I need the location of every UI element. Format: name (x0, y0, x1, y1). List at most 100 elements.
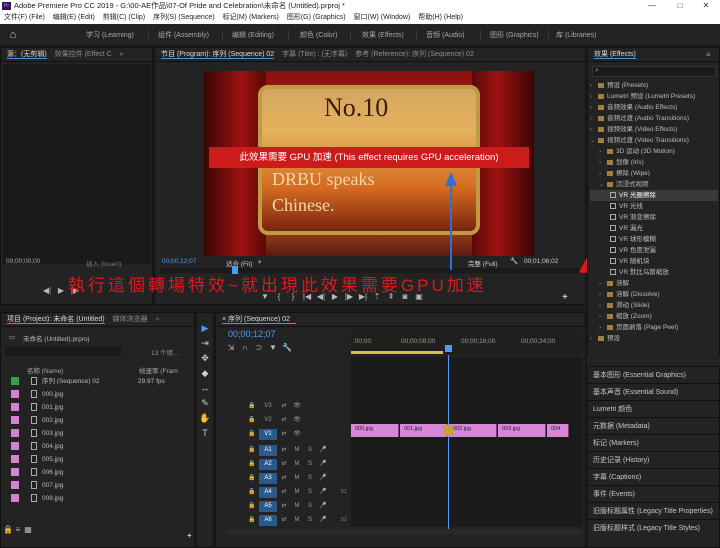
effects-tree-item[interactable]: VR 球形模糊 (590, 234, 718, 245)
project-item[interactable]: 002.jpg (1, 414, 191, 427)
label-color-swatch[interactable] (11, 390, 19, 399)
track-select-tool-icon[interactable]: ⇥ (197, 336, 213, 351)
workspace-learning[interactable]: 学习 (Learning) (86, 30, 134, 42)
sync-lock-icon[interactable]: ⇄ (278, 429, 290, 440)
accordion-panel[interactable]: 旧版标题样式 (Legacy Title Styles) (587, 519, 720, 536)
razor-tool-icon[interactable]: ◆ (197, 366, 213, 381)
tab-program[interactable]: 节目 (Program): 序列 (Sequence) 02 (161, 51, 275, 59)
menu-help[interactable]: 帮助(H) (Help) (418, 14, 463, 21)
effects-tree-item[interactable]: ⌄ 视频过渡 (Video Transitions) (590, 135, 718, 146)
effects-tree-item[interactable]: › 音频效果 (Audio Effects) (590, 102, 718, 113)
project-item[interactable]: 006.jpg (1, 466, 191, 479)
effects-tree-item[interactable]: ⌄ 沉浸式视频 (590, 179, 718, 190)
eye-icon[interactable]: 👁 (291, 415, 303, 426)
transition-marker[interactable] (443, 425, 453, 436)
effects-tree-item[interactable]: VR 默比乌斯缩放 (590, 267, 718, 278)
effects-tree-item[interactable]: › 划像 (Iris) (590, 157, 718, 168)
track-label[interactable]: V3 (259, 401, 277, 412)
track-area[interactable] (351, 357, 583, 527)
accordion-panel[interactable]: 标记 (Markers) (587, 434, 720, 451)
menu-markers[interactable]: 标记(M) (Markers) (223, 14, 279, 21)
effects-tree-item[interactable]: VR 漏光 (590, 223, 718, 234)
solo-button[interactable]: S (304, 459, 316, 470)
timeline-clip[interactable]: 004 (547, 424, 569, 437)
project-search-input[interactable] (5, 346, 121, 356)
mic-icon[interactable]: 🎤 (317, 487, 329, 498)
mute-button[interactable]: M (291, 501, 303, 512)
tab-captions[interactable]: 字幕 (Title) : (无字幕) (282, 51, 347, 58)
mic-icon[interactable]: 🎤 (317, 459, 329, 470)
menu-clip[interactable]: 剪辑(C) (Clip) (103, 14, 145, 21)
timeline-clip[interactable]: 001.jpg (400, 424, 448, 437)
effects-tree-item[interactable]: › 预设 (Presets) (590, 80, 718, 91)
time-ruler[interactable]: :00;00 00;00;08;00 00;00;16;00 00;00;24;… (351, 329, 583, 355)
lock-icon[interactable]: 🔒 (246, 459, 258, 470)
marker-icon[interactable]: ▼ (266, 343, 280, 352)
new-item-icon[interactable]: + (187, 531, 192, 540)
settings-wrench-icon[interactable]: 🔧 (280, 343, 294, 352)
menu-window[interactable]: 窗口(W) (Window) (354, 14, 411, 21)
label-color-swatch[interactable] (11, 494, 19, 503)
maximize-button[interactable]: □ (668, 0, 692, 12)
effects-tree-item[interactable]: VR 光圈擦除 (590, 190, 718, 201)
accordion-panel[interactable]: 元数据 (Metadata) (587, 417, 720, 434)
sync-lock-icon[interactable]: ⇄ (278, 515, 290, 526)
effects-tree-item[interactable]: VR 随机块 (590, 256, 718, 267)
eye-icon[interactable]: 👁 (291, 429, 303, 440)
lock-icon[interactable]: 🔒 (246, 473, 258, 484)
tab-source[interactable]: 源：(无剪辑) (7, 51, 47, 59)
timeline-clip[interactable]: 000.jpg (351, 424, 399, 437)
effects-tree-item[interactable]: › 溶解 (590, 278, 718, 289)
workspace-graphics[interactable]: 图形 (Graphics) (490, 30, 539, 42)
panel-menu-icon[interactable]: ≡ (706, 50, 711, 59)
sync-lock-icon[interactable]: ⇄ (278, 501, 290, 512)
column-name-header[interactable]: 名称 (Name) (27, 365, 63, 375)
timeline-playhead[interactable] (445, 345, 452, 352)
project-item[interactable]: 003.jpg (1, 427, 191, 440)
accordion-panel[interactable]: 基本声音 (Essential Sound) (587, 383, 720, 400)
slip-tool-icon[interactable]: ↔ (197, 381, 213, 396)
effects-tree-item[interactable]: › 音频过渡 (Audio Transitions) (590, 113, 718, 124)
effects-tree-item[interactable]: VR 色度泄漏 (590, 245, 718, 256)
accordion-panel[interactable]: 旧版标题属性 (Legacy Title Properties) (587, 502, 720, 519)
lock-icon[interactable]: 🔒 (246, 515, 258, 526)
effects-tree-item[interactable]: › 滑动 (Slide) (590, 300, 718, 311)
timeline-clip[interactable]: 002.jpg (449, 424, 497, 437)
mute-button[interactable]: M (291, 445, 303, 456)
project-item[interactable]: 000.jpg (1, 388, 191, 401)
tab-sequence[interactable]: × 序列 (Sequence) 02 (222, 316, 296, 324)
timeline-clip[interactable]: 003.jpg (498, 424, 546, 437)
tab-overflow[interactable]: » (156, 316, 160, 323)
effects-tree-item[interactable]: VR 渐变擦除 (590, 212, 718, 223)
timeline-timecode[interactable]: 00;00;12;07 (228, 329, 276, 339)
add-button-icon[interactable]: + (562, 292, 568, 303)
effects-tree-item[interactable]: › Lumetri 预设 (Lumetri Presets) (590, 91, 718, 102)
effects-tree-item[interactable]: › 缩放 (Zoom) (590, 311, 718, 322)
nest-icon[interactable]: ⇲ (224, 343, 238, 352)
source-viewer[interactable] (3, 64, 151, 264)
menu-graphics[interactable]: 图形(G) (Graphics) (287, 14, 346, 21)
effects-tree-item[interactable]: VR 光线 (590, 201, 718, 212)
accordion-panel[interactable]: Lumetri 颜色 (587, 400, 720, 417)
tab-overflow[interactable]: » (120, 51, 124, 58)
solo-button[interactable]: S (304, 445, 316, 456)
track-label[interactable]: A2 (259, 459, 277, 470)
timeline-scrollbar[interactable] (226, 529, 581, 534)
ripple-edit-tool-icon[interactable]: ✥ (197, 351, 213, 366)
workspace-color[interactable]: 颜色 (Color) (300, 30, 337, 42)
track-label[interactable]: A3 (259, 473, 277, 484)
mic-icon[interactable]: 🎤 (317, 515, 329, 526)
column-fps-header[interactable]: 帧速率 (Fram (139, 365, 178, 375)
menu-edit[interactable]: 编辑(E) (Edit) (53, 14, 95, 21)
sync-lock-icon[interactable]: ⇄ (278, 445, 290, 456)
project-item[interactable]: 007.jpg (1, 479, 191, 492)
track-label[interactable]: V1 (259, 429, 277, 440)
mute-button[interactable]: M (291, 515, 303, 526)
source-timecode[interactable]: 00;00;00;00 (6, 258, 40, 265)
close-button[interactable]: ✕ (694, 0, 718, 12)
mute-button[interactable]: M (291, 487, 303, 498)
menu-sequence[interactable]: 序列(S) (Sequence) (153, 14, 214, 21)
lock-icon[interactable]: 🔒 (246, 501, 258, 512)
project-item[interactable]: 001.jpg (1, 401, 191, 414)
chevron-right-icon[interactable]: › (590, 334, 596, 345)
